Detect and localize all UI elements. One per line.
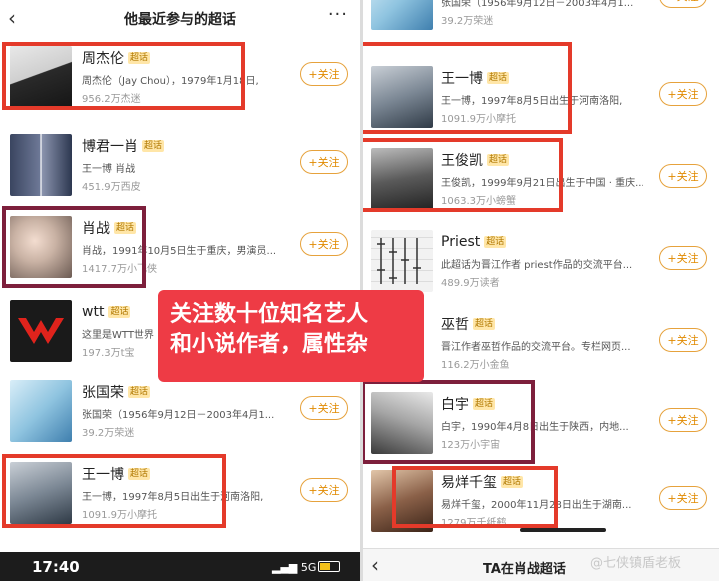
- super-topic-badge: 超话: [487, 72, 510, 84]
- fan-count: 39.2万荣迷: [82, 428, 135, 439]
- topic-description: 王俊凯，1999年9月21日出生于中国 · 重庆...: [441, 178, 643, 189]
- clock: 17:40: [32, 558, 80, 576]
- super-topic-badge: 超话: [142, 140, 165, 152]
- fan-count: 1063.3万小螃蟹: [441, 196, 516, 207]
- topic-name[interactable]: 王一博: [82, 464, 124, 484]
- fan-count: 116.2万小金鱼: [441, 360, 510, 371]
- top-bar: ‹ 他最近参与的超话 ···: [0, 0, 360, 36]
- fan-count: 451.9万西皮: [82, 182, 141, 193]
- follow-button[interactable]: +关注: [659, 408, 707, 432]
- fan-count: 489.9万读者: [441, 278, 500, 289]
- super-topic-badge: 超话: [487, 154, 510, 166]
- topic-description: 此超话为晋江作者 priest作品的交流平台...: [441, 260, 633, 271]
- annotation-callout: 关注数十位知名艺人 和小说作者，属性杂: [158, 290, 424, 382]
- follow-button[interactable]: +关注: [300, 62, 348, 86]
- avatar: [371, 470, 433, 532]
- avatar: [371, 0, 433, 30]
- bottom-title: TA在肖战超话: [483, 562, 566, 577]
- fan-count: 1091.9万小摩托: [441, 114, 516, 125]
- avatar: [371, 66, 433, 128]
- calligraphy-image-icon: [377, 238, 421, 284]
- topic-name[interactable]: Priest: [441, 234, 480, 250]
- follow-button[interactable]: +关注: [659, 246, 707, 270]
- topic-description: 肖战，1991年10月5日生于重庆，男演员...: [82, 246, 277, 257]
- topic-name[interactable]: 巫哲: [441, 314, 469, 334]
- topic-name[interactable]: wtt: [82, 304, 104, 320]
- avatar: [371, 230, 433, 292]
- super-topic-badge: 超话: [484, 236, 507, 248]
- topic-description: 晋江作者巫哲作品的交流平台。专栏网页...: [441, 342, 631, 353]
- watermark: @七侠镇盾老板: [590, 556, 682, 571]
- topic-name[interactable]: 王俊凯: [441, 150, 483, 170]
- fan-count: 1279万千纸鹤: [441, 518, 507, 529]
- follow-button[interactable]: +关注: [300, 396, 348, 420]
- super-topic-badge: 超话: [114, 222, 137, 234]
- avatar: [10, 46, 72, 108]
- fan-count: 197.3万t宝: [82, 348, 135, 359]
- list-item[interactable]: Priest 超话 此超话为晋江作者 priest作品的交流平台... 489.9…: [363, 220, 719, 300]
- super-topic-badge: 超话: [108, 306, 131, 318]
- follow-button[interactable]: +关注: [659, 328, 707, 352]
- callout-line-1: 关注数十位知名艺人: [170, 302, 369, 327]
- topic-name[interactable]: 周杰伦: [82, 48, 124, 68]
- avatar: [10, 300, 72, 362]
- super-topic-badge: 超话: [473, 318, 496, 330]
- fan-count: 1091.9万小摩托: [82, 510, 157, 521]
- battery-icon: [318, 561, 340, 572]
- avatar: [10, 216, 72, 278]
- fan-count: 123万小宇宙: [441, 440, 501, 451]
- avatar: [371, 148, 433, 210]
- follow-button[interactable]: +关注: [659, 486, 707, 510]
- list-item[interactable]: 王俊凯 超话 王俊凯，1999年9月21日出生于中国 · 重庆... 1063.3…: [363, 138, 719, 218]
- list-item[interactable]: 王一博 超话 王一博，1997年8月5日出生于河南洛阳, 1091.9万小摩托 +…: [363, 56, 719, 136]
- more-options-icon[interactable]: ···: [328, 4, 348, 25]
- follow-button[interactable]: +关注: [659, 82, 707, 106]
- list-item[interactable]: 肖战 超话 肖战，1991年10月5日生于重庆，男演员... 1417.7万小飞侠…: [0, 206, 360, 286]
- list-item[interactable]: 周杰伦 超话 周杰伦（Jay Chou），1979年1月18日, 956.2万杰迷…: [0, 36, 360, 116]
- super-topic-badge: 超话: [128, 468, 151, 480]
- fan-count: 39.2万荣迷: [441, 16, 494, 27]
- page-title: 他最近参与的超话: [124, 12, 236, 28]
- follow-button[interactable]: +关注: [659, 164, 707, 188]
- super-topic-badge: 超话: [501, 476, 524, 488]
- back-chevron-icon[interactable]: ‹: [371, 553, 379, 577]
- topic-description: 白宇，1990年4月8日出生于陕西，内地...: [441, 422, 629, 433]
- topic-name[interactable]: 王一博: [441, 68, 483, 88]
- list-item[interactable]: 张国荣 超话 张国荣（1956年9月12日－2003年4月1... 39.2万荣迷…: [0, 370, 360, 450]
- list-item[interactable]: 白宇 超话 白宇，1990年4月8日出生于陕西，内地... 123万小宇宙 +关注: [363, 382, 719, 462]
- fan-count: 1417.7万小飞侠: [82, 264, 157, 275]
- follow-button[interactable]: +关注: [659, 0, 707, 8]
- home-indicator: [520, 528, 606, 532]
- follow-button[interactable]: +关注: [300, 232, 348, 256]
- topic-name[interactable]: 白宇: [441, 394, 469, 414]
- callout-line-2: 和小说作者，属性杂: [170, 332, 369, 357]
- avatar: [10, 380, 72, 442]
- list-item[interactable]: 张国荣（1956年9月12日－2003年4月1... 39.2万荣迷 +关注: [363, 0, 719, 38]
- topic-description: 张国荣（1956年9月12日－2003年4月1...: [82, 410, 275, 421]
- topic-description: 王一博，1997年8月5日出生于河南洛阳,: [441, 96, 623, 107]
- topic-description: 王一博 肖战: [82, 164, 136, 175]
- topic-description: 张国荣（1956年9月12日－2003年4月1...: [441, 0, 634, 9]
- topic-description: 王一博，1997年8月5日出生于河南洛阳,: [82, 492, 264, 503]
- list-item[interactable]: 博君一肖 超话 王一博 肖战 451.9万西皮 +关注: [0, 124, 360, 204]
- fan-count: 956.2万杰迷: [82, 94, 141, 105]
- topic-name[interactable]: 易烊千玺: [441, 472, 497, 492]
- network-indicator: ▂▄▆ 5G: [272, 561, 317, 574]
- status-bar: 17:40 ▂▄▆ 5G: [0, 552, 360, 581]
- follow-button[interactable]: +关注: [300, 150, 348, 174]
- wtt-logo-icon: [18, 318, 64, 344]
- avatar: [371, 392, 433, 454]
- topic-description: 周杰伦（Jay Chou），1979年1月18日,: [82, 76, 259, 87]
- list-item[interactable]: 王一博 超话 王一博，1997年8月5日出生于河南洛阳, 1091.9万小摩托 +…: [0, 452, 360, 532]
- super-topic-badge: 超话: [473, 398, 496, 410]
- topic-description: 易烊千玺，2000年11月28日出生于湖南...: [441, 500, 632, 511]
- follow-button[interactable]: +关注: [300, 478, 348, 502]
- topic-name[interactable]: 博君一肖: [82, 136, 138, 156]
- super-topic-badge: 超话: [128, 386, 151, 398]
- topic-name[interactable]: 张国荣: [82, 382, 124, 402]
- super-topic-badge: 超话: [128, 52, 151, 64]
- avatar: [10, 462, 72, 524]
- topic-name[interactable]: 肖战: [82, 218, 110, 238]
- avatar: [10, 134, 72, 196]
